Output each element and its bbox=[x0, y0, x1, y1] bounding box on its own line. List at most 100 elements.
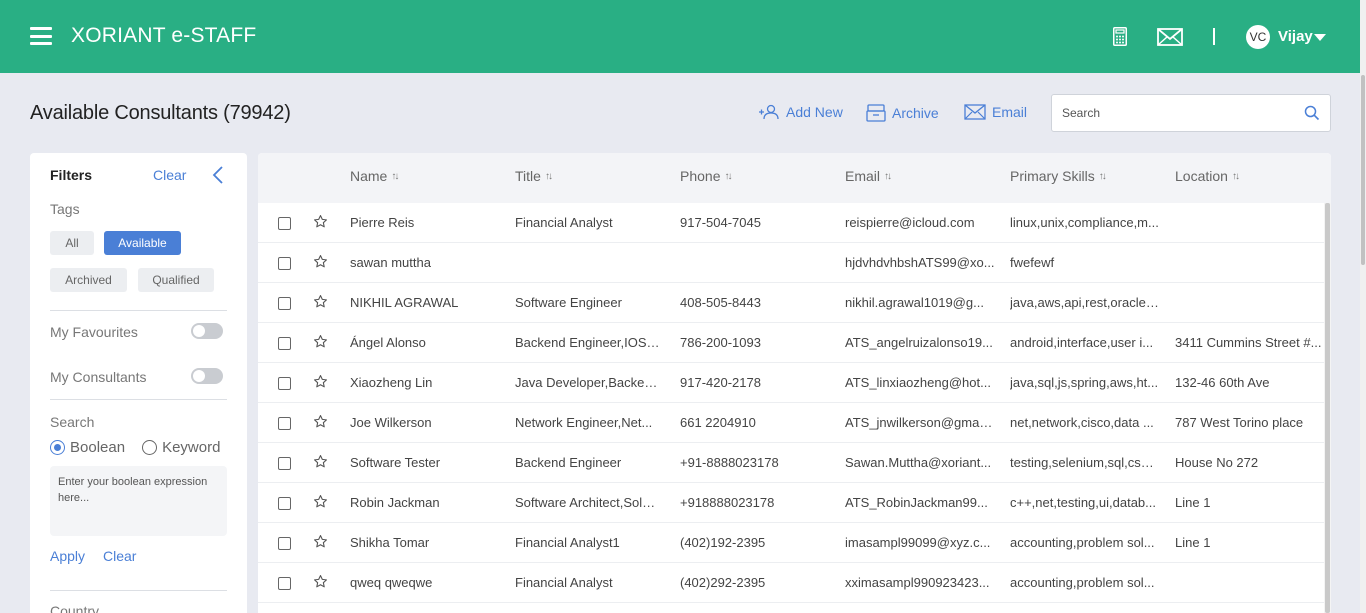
favourite-star-icon[interactable] bbox=[313, 374, 328, 394]
cell-title: Network Engineer,Net... bbox=[515, 415, 653, 430]
cell-email: reispierre@icloud.com bbox=[845, 215, 975, 230]
email-button[interactable]: Email bbox=[964, 104, 1027, 120]
table-row[interactable]: Software Tester Backend Engineer +91-88880… bbox=[258, 443, 1324, 483]
archive-button[interactable]: Archive bbox=[866, 104, 939, 122]
page-scrollbar-thumb[interactable] bbox=[1361, 75, 1365, 265]
cell-email: ATS_angelruizalonso19... bbox=[845, 335, 993, 350]
column-header-email[interactable]: Email ↑↓ bbox=[845, 168, 892, 184]
my-favourites-toggle[interactable] bbox=[191, 323, 223, 339]
cell-phone: 408-505-8443 bbox=[680, 295, 761, 310]
table-scrollbar-thumb[interactable] bbox=[1325, 203, 1330, 613]
cell-location: 3411 Cummins Street #... bbox=[1175, 335, 1322, 350]
table-row[interactable]: Shikha Tomar Financial Analyst1 (402)192-2… bbox=[258, 523, 1324, 563]
cell-name[interactable]: Xiaozheng Lin bbox=[350, 375, 500, 390]
cell-name[interactable]: NIKHIL AGRAWAL bbox=[350, 295, 500, 310]
column-label: Primary Skills bbox=[1010, 168, 1095, 184]
cell-name[interactable]: Robin Jackman bbox=[350, 495, 500, 510]
favourite-star-icon[interactable] bbox=[313, 414, 328, 434]
hamburger-menu-icon[interactable] bbox=[30, 27, 52, 45]
cell-primary-skills: java,sql,js,spring,aws,ht... bbox=[1010, 375, 1159, 390]
favourite-star-icon[interactable] bbox=[313, 494, 328, 514]
column-label: Name bbox=[350, 168, 388, 184]
cell-name[interactable]: sawan muttha bbox=[350, 255, 500, 270]
column-header-primary-skills[interactable]: Primary Skills ↑↓ bbox=[1010, 168, 1107, 184]
row-checkbox[interactable] bbox=[278, 217, 291, 230]
calculator-icon[interactable] bbox=[1113, 27, 1127, 51]
tag-chip-available[interactable]: Available bbox=[104, 231, 181, 255]
boolean-radio[interactable] bbox=[50, 440, 65, 455]
cell-phone: 917-420-2178 bbox=[680, 375, 761, 390]
cell-name[interactable]: Joe Wilkerson bbox=[350, 415, 500, 430]
column-label: Title bbox=[515, 168, 541, 184]
row-checkbox[interactable] bbox=[278, 577, 291, 590]
favourite-star-icon[interactable] bbox=[313, 214, 328, 234]
tag-chip-all[interactable]: All bbox=[50, 231, 94, 255]
page-title: Available Consultants (79942) bbox=[30, 102, 291, 124]
clear-search-button[interactable]: Clear bbox=[103, 548, 136, 564]
row-checkbox[interactable] bbox=[278, 537, 291, 550]
column-header-phone[interactable]: Phone ↑↓ bbox=[680, 168, 732, 184]
column-header-location[interactable]: Location ↑↓ bbox=[1175, 168, 1240, 184]
cell-email: imasampl99099@xyz.c... bbox=[845, 535, 991, 550]
page-scrollbar[interactable] bbox=[1360, 0, 1366, 613]
table-row[interactable]: qweq qweqwe Financial Analyst (402)292-239… bbox=[258, 563, 1324, 603]
filters-divider bbox=[50, 399, 227, 400]
cell-email: Sawan.Muttha@xoriant... bbox=[845, 455, 992, 470]
table-row[interactable]: Pierre Reis Financial Analyst 917-504-7045… bbox=[258, 203, 1324, 243]
collapse-chevron-left-icon[interactable] bbox=[212, 165, 224, 190]
cell-name[interactable]: Pierre Reis bbox=[350, 215, 500, 230]
row-checkbox[interactable] bbox=[278, 417, 291, 430]
apply-button[interactable]: Apply bbox=[50, 548, 85, 564]
table-row[interactable]: Robin Jackman Software Architect,Solu... +… bbox=[258, 483, 1324, 523]
favourite-star-icon[interactable] bbox=[313, 454, 328, 474]
tag-chip-archived[interactable]: Archived bbox=[50, 268, 127, 292]
table-row[interactable]: Xiaozheng Lin Java Developer,Backen... 917… bbox=[258, 363, 1324, 403]
search-icon[interactable] bbox=[1304, 105, 1320, 126]
table-row[interactable]: sawan muttha hjdvhdvhbshATS99@xo... fwefew… bbox=[258, 243, 1324, 283]
sort-icon: ↑↓ bbox=[391, 170, 399, 182]
table-scrollbar[interactable] bbox=[1324, 203, 1331, 613]
add-new-button[interactable]: Add New bbox=[758, 104, 843, 120]
favourite-star-icon[interactable] bbox=[313, 534, 328, 554]
cell-title: Software Architect,Solu... bbox=[515, 495, 660, 510]
keyword-radio[interactable] bbox=[142, 440, 158, 455]
my-consultants-toggle[interactable] bbox=[191, 368, 223, 384]
row-checkbox[interactable] bbox=[278, 297, 291, 310]
boolean-expression-input[interactable] bbox=[50, 466, 227, 536]
table-row[interactable]: Joe Wilkerson Network Engineer,Net... 661 … bbox=[258, 403, 1324, 443]
mail-icon[interactable] bbox=[1157, 28, 1183, 51]
row-checkbox[interactable] bbox=[278, 457, 291, 470]
cell-title: Java Developer,Backen... bbox=[515, 375, 660, 390]
tags-label: Tags bbox=[50, 201, 80, 217]
user-name[interactable]: Vijay bbox=[1278, 28, 1313, 45]
row-checkbox[interactable] bbox=[278, 497, 291, 510]
table-row[interactable]: Ángel Alonso Backend Engineer,IOS ... 786-… bbox=[258, 323, 1324, 363]
boolean-label: Boolean bbox=[70, 439, 126, 456]
archive-label: Archive bbox=[892, 105, 939, 121]
row-checkbox[interactable] bbox=[278, 337, 291, 350]
cell-name[interactable]: Shikha Tomar bbox=[350, 535, 500, 550]
tag-chip-qualified[interactable]: Qualified bbox=[138, 268, 214, 292]
favourite-star-icon[interactable] bbox=[313, 334, 328, 354]
search-input[interactable] bbox=[1052, 95, 1292, 131]
search-box bbox=[1051, 94, 1331, 132]
favourite-star-icon[interactable] bbox=[313, 574, 328, 594]
cell-email: ATS_jnwilkerson@gmail... bbox=[845, 415, 995, 430]
table-row[interactable]: NIKHIL AGRAWAL Software Engineer 408-505-8… bbox=[258, 283, 1324, 323]
cell-name[interactable]: Software Tester bbox=[350, 455, 500, 470]
column-header-name[interactable]: Name ↑↓ bbox=[350, 168, 399, 184]
cell-name[interactable]: Ángel Alonso bbox=[350, 335, 500, 350]
caret-down-icon[interactable] bbox=[1314, 34, 1326, 41]
column-header-title[interactable]: Title ↑↓ bbox=[515, 168, 553, 184]
row-checkbox[interactable] bbox=[278, 377, 291, 390]
favourite-star-icon[interactable] bbox=[313, 254, 328, 274]
favourite-star-icon[interactable] bbox=[313, 294, 328, 314]
add-user-icon bbox=[759, 104, 779, 120]
user-avatar[interactable]: VC bbox=[1246, 25, 1270, 49]
filters-panel: Filters Clear Tags All Available Archive… bbox=[30, 153, 247, 613]
column-label: Phone bbox=[680, 168, 721, 184]
row-checkbox[interactable] bbox=[278, 257, 291, 270]
cell-name[interactable]: qweq qweqwe bbox=[350, 575, 500, 590]
filters-clear-link[interactable]: Clear bbox=[153, 167, 186, 183]
cell-primary-skills: java,aws,api,rest,oracle,... bbox=[1010, 295, 1160, 310]
